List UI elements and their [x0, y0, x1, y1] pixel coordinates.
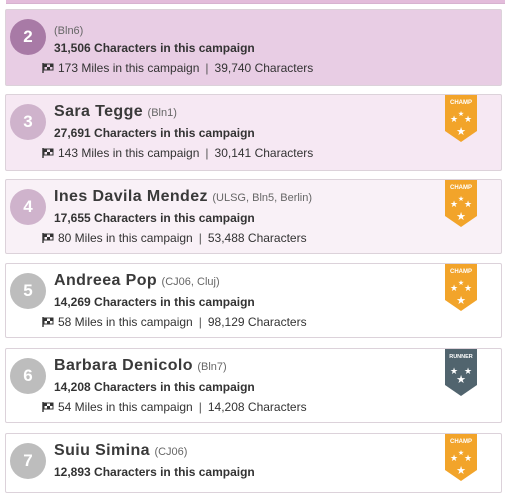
campaign-characters: 14,269 Characters in this campaign: [54, 295, 255, 309]
leaderboard-row[interactable]: 2 (Bln6) 31,506 Characters in this campa…: [5, 9, 502, 86]
rank-badge: 3: [10, 104, 46, 140]
campaign-stats: 54 Miles in this campaign | 14,208 Charact…: [42, 400, 307, 414]
campaign-characters: 12,893 Characters in this campaign: [54, 465, 255, 479]
stats-separator: |: [198, 315, 202, 329]
leaderboard-row[interactable]: 7 Suiu Simina (CJ06) 12,893 Characters i…: [5, 433, 502, 493]
campaign-stats: 80 Miles in this campaign | 53,488 Charact…: [42, 231, 307, 245]
previous-row-edge: [6, 0, 505, 4]
participant-group: (Bln6): [54, 25, 84, 37]
svg-text:★: ★: [450, 200, 458, 210]
stats-separator: |: [198, 231, 202, 245]
svg-text:★: ★: [458, 195, 464, 203]
svg-text:★: ★: [456, 464, 466, 477]
badge-label: CHAMP: [450, 100, 472, 106]
total-characters: 98,129 Characters: [207, 315, 307, 329]
rank-badge: 4: [10, 189, 46, 225]
campaign-stats: 173 Miles in this campaign | 39,740 Charac…: [42, 61, 313, 75]
leaderboard-row[interactable]: 3 Sara Tegge (Bln1) 27,691 Characters in…: [5, 94, 502, 171]
badge-label: CHAMP: [450, 185, 472, 191]
rank-badge: 6: [10, 358, 46, 394]
flag-icon: [42, 63, 54, 73]
participant-name[interactable]: Sara Tegge: [54, 103, 143, 120]
svg-text:★: ★: [456, 210, 466, 223]
rank-badge: 5: [10, 273, 46, 309]
svg-text:★: ★: [458, 110, 464, 118]
rank-badge: 2: [10, 19, 46, 55]
stats-separator: |: [205, 61, 209, 75]
campaign-characters: 31,506 Characters in this campaign: [54, 41, 255, 55]
campaign-miles: 143 Miles in this campaign: [58, 146, 200, 160]
participant-name[interactable]: Suiu Simina: [54, 442, 150, 459]
svg-text:★: ★: [450, 367, 458, 377]
champ-badge-icon: CHAMP ★ ★ ★ ★: [445, 95, 477, 142]
campaign-stats: 143 Miles in this campaign | 30,141 Charac…: [42, 146, 313, 160]
svg-text:★: ★: [456, 125, 466, 138]
svg-text:★: ★: [464, 367, 472, 377]
champ-badge-icon: CHAMP ★ ★ ★ ★: [445, 264, 477, 311]
svg-text:★: ★: [450, 284, 458, 294]
total-characters: 30,141 Characters: [214, 146, 314, 160]
participant-group: (CJ06, Cluj): [161, 276, 220, 288]
participant-group: (ULSG, Bln5, Berlin): [212, 192, 313, 204]
svg-text:★: ★: [464, 115, 472, 125]
badge-label: RUNNER: [449, 354, 473, 360]
total-characters: 14,208 Characters: [207, 400, 307, 414]
rank-badge: 7: [10, 443, 46, 479]
total-characters: 39,740 Characters: [214, 61, 314, 75]
svg-text:★: ★: [456, 294, 466, 307]
svg-text:★: ★: [458, 449, 464, 457]
runner-badge-icon: RUNNER ★ ★ ★: [445, 349, 477, 396]
champ-badge-icon: CHAMP ★ ★ ★ ★: [445, 434, 477, 481]
svg-text:★: ★: [458, 279, 464, 287]
participant-name[interactable]: Barbara Denicolo: [54, 357, 193, 374]
svg-text:★: ★: [464, 454, 472, 464]
stats-separator: |: [198, 400, 202, 414]
leaderboard-row[interactable]: 5 Andreea Pop (CJ06, Cluj) 14,269 Charac…: [5, 263, 502, 338]
participant-name[interactable]: Ines Davila Mendez: [54, 188, 208, 205]
campaign-characters: 17,655 Characters in this campaign: [54, 211, 255, 225]
flag-icon: [42, 402, 54, 412]
participant-group: (CJ06): [154, 446, 188, 458]
flag-icon: [42, 233, 54, 243]
flag-icon: [42, 317, 54, 327]
total-characters: 53,488 Characters: [207, 231, 307, 245]
svg-text:★: ★: [450, 454, 458, 464]
campaign-miles: 80 Miles in this campaign: [58, 231, 193, 245]
svg-text:★: ★: [464, 200, 472, 210]
campaign-miles: 173 Miles in this campaign: [58, 61, 200, 75]
participant-group: (Bln7): [197, 361, 227, 373]
flag-icon: [42, 148, 54, 158]
badge-label: CHAMP: [450, 269, 472, 275]
campaign-stats: 58 Miles in this campaign | 98,129 Charact…: [42, 315, 307, 329]
campaign-miles: 54 Miles in this campaign: [58, 400, 193, 414]
svg-text:★: ★: [464, 284, 472, 294]
badge-label: CHAMP: [450, 439, 472, 445]
stats-separator: |: [205, 146, 209, 160]
campaign-characters: 14,208 Characters in this campaign: [54, 380, 255, 394]
leaderboard-row[interactable]: 4 Ines Davila Mendez (ULSG, Bln5, Berlin…: [5, 179, 502, 254]
campaign-characters: 27,691 Characters in this campaign: [54, 126, 255, 140]
champ-badge-icon: CHAMP ★ ★ ★ ★: [445, 180, 477, 227]
leaderboard-row[interactable]: 6 Barbara Denicolo (Bln7) 14,208 Charact…: [5, 348, 502, 423]
campaign-miles: 58 Miles in this campaign: [58, 315, 193, 329]
participant-group: (Bln1): [147, 107, 177, 119]
participant-name[interactable]: Andreea Pop: [54, 272, 157, 289]
svg-text:★: ★: [450, 115, 458, 125]
